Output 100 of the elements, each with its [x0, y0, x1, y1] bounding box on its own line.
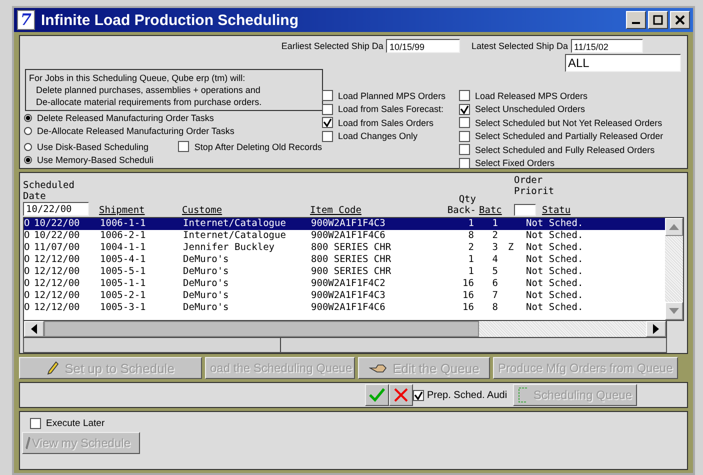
- table-cell-text: 12/12/00: [34, 254, 81, 266]
- table-cell-text: 10/22/00: [34, 230, 81, 242]
- table-cell-text: O: [24, 242, 31, 254]
- column-header[interactable]: Item Code: [310, 205, 428, 216]
- table-cell-text: 1006-2-1: [100, 230, 147, 242]
- checkbox[interactable]: [322, 90, 333, 102]
- table-cell-text: 12/12/00: [34, 266, 81, 278]
- info-text: Delete planned purchases, assemblies + operations and: [35, 84, 262, 96]
- checkbox[interactable]: [459, 158, 470, 169]
- column-header[interactable]: Shipment: [99, 205, 182, 216]
- column-header[interactable]: Qty Back-: [428, 194, 476, 216]
- radio-label: Use Disk-Based Scheduling: [37, 142, 150, 152]
- horizontal-scrollbar[interactable]: [23, 320, 667, 338]
- scroll-right-icon[interactable]: [646, 320, 666, 338]
- hand-icon: [368, 362, 387, 374]
- minimize-button[interactable]: [626, 11, 646, 29]
- table-cell-text: DeMuro's: [183, 278, 230, 290]
- date-filter-field[interactable]: 10/22/00: [23, 202, 89, 216]
- column-header[interactable]: Custome: [182, 205, 310, 216]
- table-cell-text: 900W2A1F1F4C3: [311, 218, 386, 230]
- table-cell-text: 7: [491, 290, 498, 302]
- table-cell-text: 1: [491, 218, 498, 230]
- table-cell-text: Not Sched.: [526, 230, 584, 242]
- scroll-left-icon[interactable]: [24, 320, 44, 338]
- order-row[interactable]: O 11/07/00 1004-1-1 Jennifer Buckley 800 SERIES CHR 2 3 Z Not Sched.: [24, 242, 665, 254]
- checkbox[interactable]: [322, 117, 333, 128]
- column-header[interactable]: Statu: [542, 205, 614, 216]
- order-row[interactable]: O 12/12/00 1005-1-1 DeMuro's 900W2A1F1F4C2 16 6 Not Sched.: [24, 278, 665, 290]
- radio-button[interactable]: [24, 126, 32, 134]
- table-cell-text: 1: [467, 218, 474, 230]
- table-cell-text: 1: [467, 266, 474, 278]
- checkbox[interactable]: [459, 130, 470, 142]
- checkbox[interactable]: [322, 104, 333, 115]
- table-cell-text: 1004-1-1: [100, 242, 147, 254]
- table-cell-text: 2: [491, 230, 498, 242]
- maximize-button[interactable]: [648, 11, 668, 29]
- order-row[interactable]: O 12/12/00 1005-4-1 DeMuro's 800 SERIES CHR 1 4 Not Sched.: [24, 254, 665, 266]
- order-row[interactable]: O 12/12/00 1005-3-1 DeMuro's 900W2A1F1F4C6 16 8 Not Sched.: [24, 302, 665, 314]
- table-cell-text: Not Sched.: [526, 242, 584, 254]
- table-cell-text: O: [24, 266, 31, 278]
- info-text: De-allocate material requirements from purchase orders.: [35, 96, 263, 108]
- column-header[interactable]: Batc: [479, 205, 509, 216]
- checkbox[interactable]: [322, 130, 333, 142]
- order-row[interactable]: O 12/12/00 1005-5-1 DeMuro's 900 SERIES CHR 1 5 Not Sched.: [24, 266, 665, 278]
- checkbox[interactable]: [30, 418, 41, 429]
- table-cell-text: 3: [491, 242, 498, 254]
- table-cell-text: O: [24, 254, 31, 266]
- accept-button[interactable]: [365, 384, 389, 406]
- checkbox[interactable]: [459, 90, 470, 102]
- checkbox[interactable]: [459, 104, 470, 115]
- scrollbar-thumb[interactable]: [44, 320, 479, 338]
- table-cell-text: 6: [491, 278, 498, 290]
- table-cell-text: 900W2A1F1F4C3: [311, 290, 386, 302]
- checkbox-label: Select Fixed Orders: [475, 158, 555, 168]
- radio-label: Use Memory-Based Scheduli: [37, 154, 154, 164]
- info-text: For Jobs in this Scheduling Queue, Qube erp (tm) will:: [29, 72, 246, 84]
- radio-button[interactable]: [24, 114, 32, 122]
- table-cell-text: 900 SERIES CHR: [311, 266, 392, 278]
- checkbox-label: Select Scheduled and Fully Released Orders: [475, 144, 655, 155]
- table-cell-text: 1005-4-1: [100, 254, 147, 266]
- table-cell-text: 900W2A1F1F4C6: [311, 302, 386, 314]
- filter-field[interactable]: ALL: [565, 54, 681, 72]
- cancel-button[interactable]: [389, 384, 413, 406]
- table-cell-text: 800 SERIES CHR: [311, 242, 392, 254]
- table-cell-text: 900W2A1F1F4C2: [311, 278, 386, 290]
- table-cell-text: Internet/Catalogue: [183, 230, 287, 242]
- radio-button[interactable]: [24, 142, 32, 150]
- checkbox[interactable]: [178, 141, 190, 152]
- table-cell-text: 12/12/00: [34, 290, 81, 302]
- close-button[interactable]: [670, 11, 690, 29]
- vertical-scrollbar[interactable]: [665, 218, 683, 320]
- checkbox[interactable]: [459, 144, 470, 156]
- table-cell-text: 900W2A1F1F4C6: [311, 230, 386, 242]
- table-cell-text: 12/12/00: [34, 302, 81, 314]
- minimize-icon: [632, 22, 640, 24]
- latest-ship-date-field[interactable]: 11/15/02: [571, 39, 643, 53]
- order-row[interactable]: O 12/12/00 1005-2-1 DeMuro's 900W2A1F1F4C3 16 7 Not Sched.: [24, 290, 665, 302]
- checkbox[interactable]: [459, 117, 470, 128]
- order-row[interactable]: O 10/22/00 1006-2-1 Internet/Catalogue 900W2A1F1F4C6 8 2 Not Sched.: [24, 230, 665, 242]
- checkbox[interactable]: [413, 390, 424, 400]
- priority-filter-field[interactable]: [514, 204, 536, 216]
- table-cell-text: O: [24, 230, 31, 242]
- scroll-up-icon[interactable]: [665, 218, 683, 236]
- table-cell-text: O: [24, 302, 31, 314]
- radio-button[interactable]: [24, 156, 32, 164]
- table-cell-text: 8: [467, 230, 474, 242]
- table-cell-text: 4: [491, 254, 498, 266]
- checkbox-label: Load Released MPS Orders: [475, 90, 588, 101]
- table-cell-text: 2: [467, 242, 474, 254]
- close-icon: [675, 15, 685, 25]
- table-cell-text: 16: [462, 278, 474, 290]
- order-row[interactable]: O 10/22/00 1006-1-1 Internet/Catalogue 900W2A1F1F4C3 1 1 Not Sched.: [24, 218, 665, 230]
- window-title: Infinite Load Production Scheduling: [41, 12, 300, 28]
- table-cell-text: 1005-1-1: [100, 278, 147, 290]
- radio-label: De-Allocate Released Manufacturing Order Tasks: [37, 126, 234, 136]
- table-cell-text: 10/22/00: [34, 218, 81, 230]
- pencil-icon: [46, 361, 59, 375]
- column-header: Date: [23, 191, 47, 202]
- table-cell-text: DeMuro's: [183, 290, 230, 302]
- earliest-ship-date-field[interactable]: 10/15/99: [386, 39, 460, 53]
